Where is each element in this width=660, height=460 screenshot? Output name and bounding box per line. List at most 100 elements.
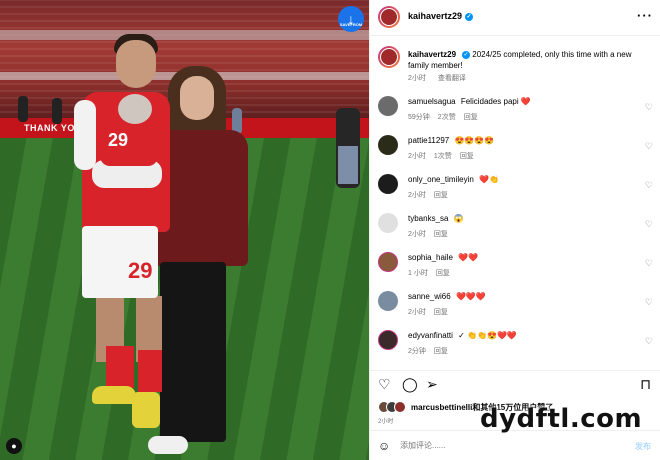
baby-head bbox=[118, 94, 152, 124]
comment-username[interactable]: samuelsagua bbox=[408, 97, 456, 106]
post-date: 2小时 bbox=[378, 419, 394, 425]
avatar[interactable] bbox=[378, 174, 398, 194]
reply-button[interactable]: 回复 bbox=[434, 231, 448, 238]
comment-line: pattie11297 😍😍😍😍 bbox=[408, 136, 494, 145]
comment-text: 😱 bbox=[453, 214, 464, 223]
liker-avatars bbox=[378, 401, 408, 413]
player-number: 29 bbox=[128, 258, 153, 283]
avatar[interactable] bbox=[378, 6, 400, 28]
comment-time: 59分钟 bbox=[408, 114, 430, 121]
username-text[interactable]: kaihavertz29 bbox=[408, 11, 462, 21]
player-sock bbox=[138, 350, 162, 392]
download-icon[interactable]: ↓ bbox=[338, 6, 364, 32]
reply-button[interactable]: 回复 bbox=[434, 309, 448, 316]
woman-shoe bbox=[148, 436, 188, 454]
reply-button[interactable]: 回复 bbox=[436, 270, 450, 277]
comment-likes[interactable]: 1次赞 bbox=[434, 153, 452, 160]
heart-icon[interactable]: ♡ bbox=[645, 258, 653, 269]
comment-meta: 1 小时 回复 bbox=[408, 268, 458, 278]
translate-link[interactable]: 查看翻译 bbox=[438, 75, 466, 82]
comment-username[interactable]: pattie11297 bbox=[408, 136, 449, 145]
comment-line: edyvanfinatti ✓ 👏👏😍❤️❤️ bbox=[408, 331, 517, 340]
reply-button[interactable]: 回复 bbox=[434, 348, 448, 355]
player-head bbox=[116, 40, 156, 88]
comment-input[interactable] bbox=[400, 441, 510, 450]
comment-icon[interactable]: ◯ bbox=[402, 377, 418, 391]
background-person-legs bbox=[338, 146, 358, 184]
woman-face bbox=[180, 76, 214, 120]
comment-line: sanne_wi66 ❤️❤️❤️ bbox=[408, 292, 486, 301]
comment-list[interactable]: samuelsagua Felicidades papi ❤️ 59分钟 2次赞回… bbox=[370, 92, 660, 368]
avatar[interactable] bbox=[378, 291, 398, 311]
reply-button[interactable]: 回复 bbox=[460, 153, 474, 160]
list-item: sanne_wi66 ❤️❤️❤️ 2小时 回复 ♡ bbox=[370, 287, 660, 326]
comment-username[interactable]: sophia_haile bbox=[408, 253, 453, 262]
like-heart-icon[interactable]: ♡ bbox=[378, 377, 391, 391]
comment-text: ❤️❤️❤️ bbox=[455, 292, 486, 301]
avatar[interactable] bbox=[378, 330, 398, 350]
comment-time: 2小时 bbox=[408, 192, 426, 199]
comment-meta: 2小时 回复 bbox=[408, 190, 456, 200]
player-boot bbox=[132, 392, 160, 428]
reply-button[interactable]: 回复 bbox=[464, 114, 478, 121]
comment-line: sophia_haile ❤️❤️ bbox=[408, 253, 478, 262]
avatar[interactable] bbox=[378, 213, 398, 233]
heart-icon[interactable]: ♡ bbox=[645, 180, 653, 191]
verified-badge-icon: ✓ bbox=[462, 50, 471, 59]
add-comment-bar: ☺ 发布 bbox=[370, 430, 660, 460]
comment-username[interactable]: edyvanfinatti bbox=[408, 331, 453, 340]
avatar bbox=[394, 401, 406, 413]
heart-icon[interactable]: ♡ bbox=[645, 141, 653, 152]
list-item: edyvanfinatti ✓ 👏👏😍❤️❤️ 2分钟 回复 ♡ bbox=[370, 326, 660, 365]
comment-text: Felicidades papi ❤️ bbox=[460, 97, 531, 106]
comment-text: ❤️👏 bbox=[479, 175, 499, 184]
list-item: tybanks_sa 😱 2小时 回复 ♡ bbox=[370, 209, 660, 248]
list-item: pattie11297 😍😍😍😍 2小时 1次赞 回复 ♡ bbox=[370, 131, 660, 170]
background-person bbox=[52, 98, 62, 124]
comment-username[interactable]: tybanks_sa bbox=[408, 214, 448, 223]
post-photo[interactable]: THANK YOU 29 29 ↓ SAVEFROM ● bbox=[0, 0, 369, 460]
comment-time: 2小时 bbox=[408, 309, 426, 316]
avatar[interactable] bbox=[378, 135, 398, 155]
post-header: kaihavertz29 ✓ ··· bbox=[370, 0, 660, 36]
heart-icon[interactable]: ♡ bbox=[645, 297, 653, 308]
more-options-icon[interactable]: ··· bbox=[637, 8, 653, 23]
avatar[interactable] bbox=[378, 46, 400, 68]
post-button[interactable]: 发布 bbox=[635, 441, 651, 452]
save-bookmark-icon[interactable]: ⊓ bbox=[640, 377, 651, 391]
avatar[interactable] bbox=[378, 252, 398, 272]
reply-button[interactable]: 回复 bbox=[434, 192, 448, 199]
baby-number: 29 bbox=[108, 130, 129, 150]
comment-meta: 2分钟 回复 bbox=[408, 346, 456, 356]
comment-username[interactable]: only_one_timileyin bbox=[408, 175, 474, 184]
heart-icon[interactable]: ♡ bbox=[645, 102, 653, 113]
avatar[interactable] bbox=[378, 96, 398, 116]
comment-likes[interactable]: 2次赞 bbox=[438, 114, 456, 121]
tagged-user-icon[interactable]: ● bbox=[6, 438, 22, 454]
heart-icon[interactable]: ♡ bbox=[645, 219, 653, 230]
comment-line: only_one_timileyin ❤️👏 bbox=[408, 175, 499, 184]
emoji-icon[interactable]: ☺ bbox=[378, 439, 390, 453]
player-sleeve bbox=[74, 100, 96, 170]
caption-meta: 2小时 查看翻译 bbox=[408, 73, 476, 83]
caption-text-block: kaihavertz29 ✓ 2024/25 completed, only th… bbox=[408, 49, 654, 71]
list-item: sophia_haile ❤️❤️ 1 小时 回复 ♡ bbox=[370, 248, 660, 287]
list-item: samuelsagua Felicidades papi ❤️ 59分钟 2次赞 回… bbox=[370, 92, 660, 131]
comment-time: 2分钟 bbox=[408, 348, 426, 355]
list-item: only_one_timileyin ❤️👏 2小时 回复 ♡ bbox=[370, 170, 660, 209]
action-bar: ♡ ◯ ➢ ⊓ bbox=[370, 370, 660, 398]
background-person bbox=[18, 96, 28, 122]
comment-text: 😍😍😍😍 bbox=[454, 136, 495, 145]
verified-badge-icon: ✓ bbox=[465, 12, 474, 21]
header-username[interactable]: kaihavertz29 ✓ bbox=[408, 11, 474, 21]
heart-icon[interactable]: ♡ bbox=[645, 336, 653, 347]
comment-text: ✓ 👏👏😍❤️❤️ bbox=[458, 331, 517, 340]
post-sidebar: kaihavertz29 ✓ ··· kaihavertz29 ✓ 2024/25 … bbox=[369, 0, 660, 460]
caption-username[interactable]: kaihavertz29 bbox=[408, 50, 456, 59]
comment-username[interactable]: sanne_wi66 bbox=[408, 292, 451, 301]
comment-time: 2小时 bbox=[408, 153, 426, 160]
comment-line: samuelsagua Felicidades papi ❤️ bbox=[408, 97, 531, 106]
woman-pants bbox=[160, 262, 226, 442]
comment-meta: 2小时 1次赞 回复 bbox=[408, 151, 482, 161]
share-icon[interactable]: ➢ bbox=[426, 377, 438, 391]
